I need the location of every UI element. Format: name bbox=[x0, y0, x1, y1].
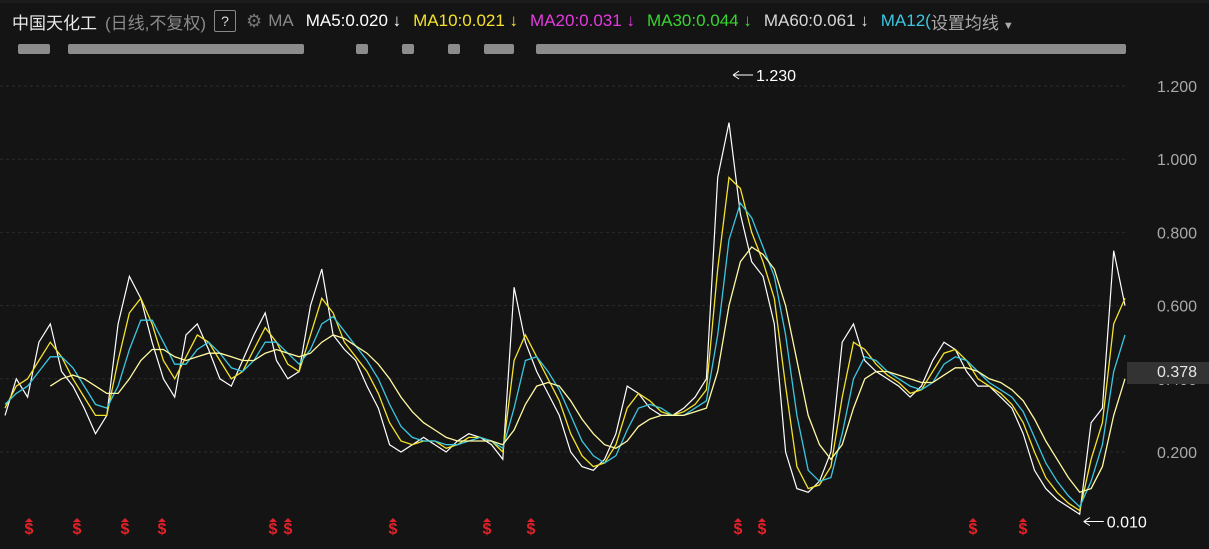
signal-marker[interactable]: $ bbox=[281, 518, 295, 538]
y-tick-label: 1.200 bbox=[1157, 79, 1197, 96]
signal-marker[interactable]: $ bbox=[118, 518, 132, 538]
y-tick-label: 0.200 bbox=[1157, 445, 1197, 462]
signal-marker[interactable]: $ bbox=[480, 518, 494, 538]
current-price-tag: 0.378 bbox=[1127, 362, 1209, 384]
series-line-0 bbox=[4, 122, 1126, 516]
price-chart[interactable]: 1.2001.0000.8000.6000.4000.2001.2300.010 bbox=[0, 0, 1209, 549]
signal-marker[interactable]: $ bbox=[386, 518, 400, 538]
series-line-3 bbox=[49, 246, 1126, 494]
signal-marker[interactable]: $ bbox=[731, 518, 745, 538]
y-tick-label: 0.600 bbox=[1157, 299, 1197, 316]
signal-marker[interactable]: $ bbox=[70, 518, 84, 538]
signal-marker[interactable]: $ bbox=[266, 518, 280, 538]
signal-marker[interactable]: $ bbox=[22, 518, 36, 538]
y-tick-label: 1.000 bbox=[1157, 152, 1197, 169]
high-price-label: 1.230 bbox=[756, 68, 796, 85]
y-tick-label: 0.800 bbox=[1157, 225, 1197, 242]
signal-marker[interactable]: $ bbox=[755, 518, 769, 538]
low-price-label: 0.010 bbox=[1107, 515, 1147, 532]
series-line-1 bbox=[4, 176, 1126, 512]
signal-marker[interactable]: $ bbox=[966, 518, 980, 538]
signal-marker[interactable]: $ bbox=[155, 518, 169, 538]
signal-marker[interactable]: $ bbox=[524, 518, 538, 538]
signal-marker[interactable]: $ bbox=[1016, 518, 1030, 538]
